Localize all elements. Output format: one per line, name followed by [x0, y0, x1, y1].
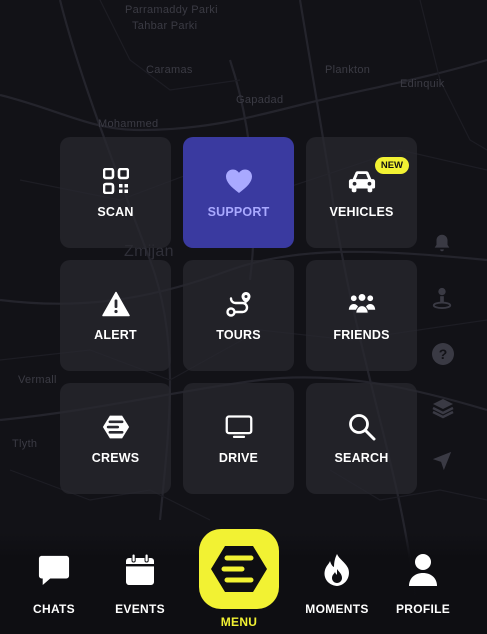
nav-profile[interactable]: PROFILE	[383, 554, 463, 616]
tile-search[interactable]: SEARCH	[306, 383, 417, 494]
tile-tours[interactable]: TOURS	[183, 260, 294, 371]
tile-friends[interactable]: FRIENDS	[306, 260, 417, 371]
nav-moments[interactable]: MOMENTS	[297, 554, 377, 616]
tile-label: FRIENDS	[333, 327, 390, 342]
tile-label: SUPPORT	[207, 204, 270, 219]
map-label: Gapadad	[236, 94, 284, 106]
tile-label: SCAN	[97, 204, 134, 219]
qr-scan-icon	[102, 167, 130, 195]
nav-menu[interactable]: MENU	[199, 529, 279, 634]
menu-grid: SCAN SUPPORT NEW VEHICLES ALERT TOURS FR…	[60, 137, 417, 494]
tile-label: DRIVE	[218, 450, 259, 465]
help-icon[interactable]: ?	[431, 342, 457, 368]
map-label: Tahbar Parki	[132, 20, 198, 32]
tile-label: CREWS	[91, 450, 140, 465]
map-label: Caramas	[146, 64, 193, 76]
warning-icon	[101, 290, 130, 318]
nav-chats[interactable]: CHATS	[14, 554, 94, 616]
tile-drive[interactable]: DRIVE	[183, 383, 294, 494]
nav-label: CHATS	[33, 602, 75, 616]
menu-logo-button[interactable]	[199, 529, 279, 609]
crews-logo-icon	[211, 546, 267, 592]
flame-icon	[321, 554, 353, 586]
nav-events[interactable]: EVENTS	[100, 553, 180, 616]
tile-vehicles[interactable]: NEW VEHICLES	[306, 137, 417, 248]
nav-label: EVENTS	[115, 602, 165, 616]
svg-text:?: ?	[439, 346, 448, 362]
map-label: Edinquik	[400, 78, 445, 90]
tile-label: VEHICLES	[329, 204, 394, 219]
map-label: Tlyth	[12, 438, 38, 450]
nav-label: MOMENTS	[305, 602, 369, 616]
bell-icon[interactable]	[431, 232, 457, 258]
monitor-icon	[225, 413, 253, 441]
heart-icon	[225, 167, 253, 195]
chat-bubble-icon	[38, 554, 70, 586]
nav-label: MENU	[220, 615, 258, 629]
tile-label: SEARCH	[334, 450, 389, 465]
car-icon	[348, 167, 376, 195]
bottom-nav: CHATS EVENTS MENU MOMENTS PROFILE	[0, 529, 487, 634]
tile-crews[interactable]: CREWS	[60, 383, 171, 494]
tile-support[interactable]: SUPPORT	[183, 137, 294, 248]
crews-logo-icon	[102, 413, 130, 441]
map-label: Vermall	[18, 374, 57, 386]
layers-icon[interactable]	[431, 396, 457, 422]
search-icon	[348, 413, 376, 441]
map-label: Mohammed	[98, 118, 159, 130]
tile-alert[interactable]: ALERT	[60, 260, 171, 371]
map-label: Plankton	[325, 64, 371, 76]
calendar-icon	[124, 553, 156, 586]
navigate-arrow-icon[interactable]	[431, 450, 457, 476]
tile-label: TOURS	[216, 327, 261, 342]
tile-label: ALERT	[94, 327, 137, 342]
tile-scan[interactable]: SCAN	[60, 137, 171, 248]
route-icon	[225, 290, 253, 318]
location-person-icon[interactable]	[431, 286, 457, 312]
new-badge: NEW	[374, 157, 409, 174]
map-label: Parramaddy Parki	[125, 4, 218, 16]
nav-label: PROFILE	[395, 602, 451, 616]
user-icon	[407, 554, 439, 586]
people-icon	[348, 290, 376, 318]
